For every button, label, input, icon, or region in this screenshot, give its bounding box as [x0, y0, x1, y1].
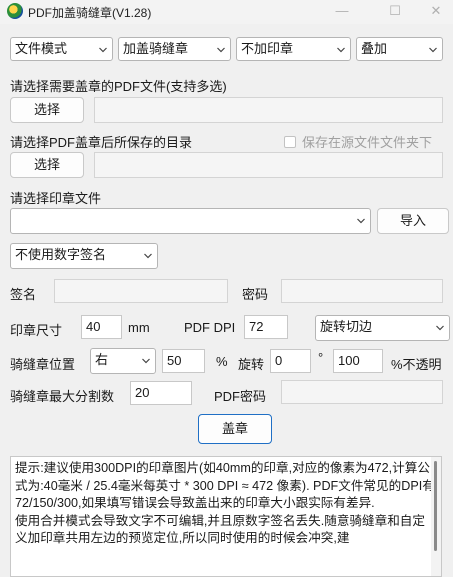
hint-paragraph-1: 提示:建议使用300DPI的印章图片(如40mm的印章,对应的像素为472,计算… [15, 461, 435, 511]
stamp-button[interactable]: 盖章 [198, 414, 272, 444]
password-label: 密码 [242, 287, 269, 302]
pdf-password-field[interactable] [281, 380, 443, 404]
percent-sign: % [216, 354, 228, 369]
mode-select-value: 文件模式 [15, 41, 68, 56]
save-in-source-label: 保存在源文件文件夹下 [302, 135, 433, 150]
seal-size-unit: mm [128, 320, 150, 335]
chevron-down-icon [429, 46, 437, 54]
save-in-source-checkbox[interactable]: 保存在源文件文件夹下 [284, 132, 432, 151]
rotate-label: 旋转 [238, 357, 265, 372]
sign-label: 签名 [10, 287, 37, 302]
seal-option-value: 不加印章 [241, 41, 294, 56]
seal-size-input[interactable]: 40 [81, 315, 122, 339]
close-button[interactable]: ✕ [419, 0, 453, 24]
pdf-dpi-label: PDF DPI [184, 320, 236, 335]
sign-field[interactable] [54, 279, 228, 303]
chevron-down-icon [144, 252, 152, 260]
title-bar: PDF加盖骑缝章(V1.28) — ☐ ✕ [0, 0, 453, 24]
signature-mode-select[interactable]: 不使用数字签名 [10, 243, 158, 269]
stamp-type-value: 加盖骑缝章 [123, 41, 189, 56]
pdf-dpi-input[interactable]: 72 [244, 315, 288, 339]
hint-textarea[interactable]: 提示:建议使用300DPI的印章图片(如40mm的印章,对应的像素为472,计算… [10, 456, 442, 577]
pdf-password-label: PDF密码 [214, 389, 267, 404]
stamp-type-select[interactable]: 加盖骑缝章 [118, 37, 231, 61]
checkbox-box[interactable] [284, 136, 296, 148]
maximize-button[interactable]: ☐ [372, 0, 418, 24]
minimize-button[interactable]: — [319, 0, 365, 24]
chevron-down-icon [436, 324, 444, 332]
opacity-input[interactable]: 100 [333, 349, 383, 373]
opacity-label: %不透明 [391, 357, 442, 372]
output-dir-label: 请选择PDF盖章后所保存的目录 [10, 135, 193, 150]
password-field[interactable] [281, 279, 443, 303]
position-side-value: 右 [95, 352, 109, 367]
window-title: PDF加盖骑缝章(V1.28) [28, 6, 152, 20]
pdf-select-label: 请选择需要盖章的PDF文件(支持多选) [10, 79, 227, 94]
signature-mode-value: 不使用数字签名 [15, 247, 107, 262]
cut-option-value: 旋转切边 [320, 319, 373, 334]
select-output-dir-button[interactable]: 选择 [10, 152, 84, 178]
max-split-input[interactable]: 20 [130, 381, 192, 405]
output-dir-field[interactable] [94, 152, 443, 178]
position-side-select[interactable]: 右 [90, 348, 156, 374]
chevron-down-icon [357, 217, 365, 225]
scrollbar-thumb[interactable] [434, 461, 437, 551]
max-split-label: 骑缝章最大分割数 [10, 389, 115, 404]
degree-sign: ° [318, 350, 324, 365]
overlay-value: 叠加 [361, 41, 388, 56]
seal-file-label: 请选择印章文件 [10, 191, 102, 206]
position-label: 骑缝章位置 [10, 357, 76, 372]
chevron-down-icon [337, 46, 345, 54]
cut-option-select[interactable]: 旋转切边 [315, 315, 450, 341]
hint-scrollbar[interactable] [431, 457, 441, 576]
seal-size-label: 印章尺寸 [10, 323, 63, 338]
mode-select[interactable]: 文件模式 [10, 37, 113, 61]
select-pdf-button[interactable]: 选择 [10, 97, 84, 123]
seal-option-select[interactable]: 不加印章 [236, 37, 351, 61]
import-button[interactable]: 导入 [377, 208, 449, 234]
chevron-down-icon [217, 46, 225, 54]
app-logo-icon [7, 3, 23, 19]
pdf-path-field[interactable] [94, 97, 443, 123]
overlay-select[interactable]: 叠加 [356, 37, 443, 61]
chevron-down-icon [99, 46, 107, 54]
position-percent-input[interactable]: 50 [162, 349, 205, 373]
chevron-down-icon [142, 357, 150, 365]
rotate-input[interactable]: 0 [270, 349, 311, 373]
hint-paragraph-2: 使用合并模式会导致文字不可编辑,并且原数字签名丢失.随意骑缝章和自定义加印章共用… [15, 513, 425, 546]
seal-file-select[interactable] [10, 208, 371, 234]
